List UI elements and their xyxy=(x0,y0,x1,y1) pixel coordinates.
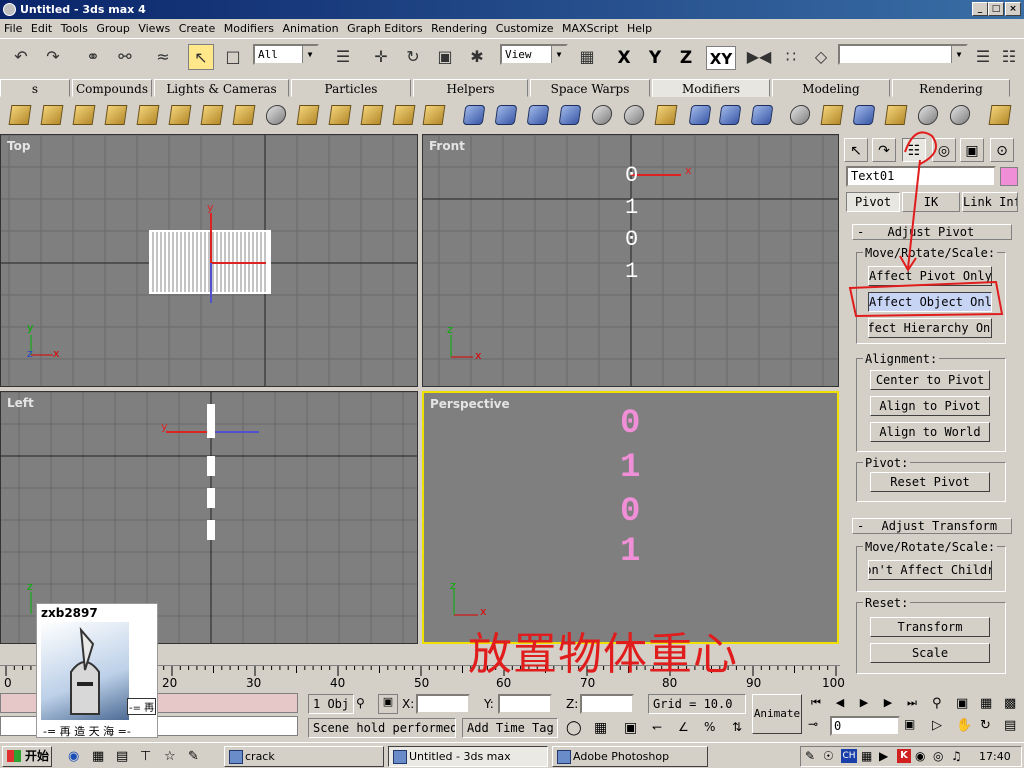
absolute-mode-icon[interactable]: ▣ xyxy=(378,694,398,714)
quick-launch-icon[interactable]: ⊤ xyxy=(140,749,151,764)
y-coordinate-field[interactable] xyxy=(498,694,552,714)
arc-rotate-icon[interactable]: ↻ xyxy=(980,718,991,733)
y-label: Y: xyxy=(484,697,494,711)
time-tick-label: 50 xyxy=(414,676,430,690)
prompt-line: Scene hold performed xyxy=(308,718,456,738)
animate-button[interactable]: Animate xyxy=(752,694,802,734)
tray-icon[interactable]: ◎ xyxy=(933,749,943,763)
degradation-icon[interactable]: ▣ xyxy=(624,720,637,736)
start-label: 开始 xyxy=(25,749,50,763)
percent-snap-icon[interactable]: % xyxy=(704,720,715,734)
go-to-end-icon[interactable]: ⏭ xyxy=(902,694,922,712)
user-badge: zxb2897 -= 再 -= 再 造 天 海 =- xyxy=(36,603,158,738)
pan-icon[interactable]: ✋ xyxy=(956,718,972,733)
user-name: zxb2897 xyxy=(41,606,98,620)
z-label: Z: xyxy=(566,697,579,711)
time-tick-label: 20 xyxy=(162,676,178,690)
antivirus-icon[interactable]: K xyxy=(897,749,911,763)
tray-icon[interactable]: ☉ xyxy=(823,749,834,763)
time-tick-label: 0 xyxy=(4,676,12,690)
spinner-snap-icon[interactable]: ⇅ xyxy=(732,720,742,734)
previous-frame-icon[interactable]: ◀ xyxy=(830,694,850,712)
x-coordinate-field[interactable] xyxy=(416,694,470,714)
task-crack[interactable]: crack xyxy=(224,746,384,767)
quick-launch-icon[interactable]: ✎ xyxy=(188,749,199,764)
task-3ds-max[interactable]: Untitled - 3ds max xyxy=(388,746,548,767)
browser-icon[interactable]: ◉ xyxy=(68,749,79,764)
tray-icon[interactable]: ✎ xyxy=(805,749,815,763)
tray-icon[interactable]: ▶ xyxy=(879,749,888,763)
selection-count: 1 Obj xyxy=(308,694,354,714)
next-frame-icon[interactable]: ▶ xyxy=(878,694,898,712)
clock: 17:40 xyxy=(979,750,1011,763)
angle-snap-icon[interactable]: ∠ xyxy=(678,720,689,734)
annotation-caption: 放置物体重心 xyxy=(468,629,738,680)
snap-toggle-icon[interactable]: ↽ xyxy=(652,720,662,734)
crossing-icon[interactable]: ▦ xyxy=(594,720,607,736)
play-icon[interactable]: ▶ xyxy=(854,694,874,712)
x-label: X: xyxy=(402,697,415,711)
z-coordinate-field[interactable] xyxy=(580,694,634,714)
input-method-icon[interactable]: CH xyxy=(841,749,857,763)
zoom-extents-icon[interactable]: ▦ xyxy=(980,696,992,711)
taskbar: 开始 ◉ ▦ ▤ ⊤ ☆ ✎ crack Untitled - 3ds max … xyxy=(0,742,1024,768)
quick-launch-icon[interactable]: ▤ xyxy=(116,749,128,764)
go-to-start-icon[interactable]: ⏮ xyxy=(806,694,826,712)
user-caption: -= 再 造 天 海 =- xyxy=(43,725,131,738)
start-button[interactable]: 开始 xyxy=(2,746,52,767)
quick-launch-icon[interactable]: ☆ xyxy=(164,749,176,764)
time-tick-label: 40 xyxy=(330,676,346,690)
time-tick-label: 30 xyxy=(246,676,262,690)
grid-size: Grid = 10.0 xyxy=(648,694,746,714)
desktop-icon[interactable]: ▦ xyxy=(92,749,104,764)
tray-icon[interactable]: ◉ xyxy=(915,749,925,763)
zoom-extents-all-icon[interactable]: ▩ xyxy=(1004,696,1016,711)
avatar xyxy=(41,622,129,720)
zoom-icon[interactable]: ⚲ xyxy=(932,696,942,711)
field-of-view-icon[interactable]: ▷ xyxy=(932,718,942,733)
user-tag: -= 再 xyxy=(127,698,157,715)
min-max-toggle-icon[interactable]: ▤ xyxy=(1004,718,1016,733)
current-frame-field[interactable]: 0 xyxy=(830,716,900,736)
add-time-tag-button[interactable]: Add Time Tag xyxy=(462,718,558,738)
zoom-all-icon[interactable]: ▣ xyxy=(956,696,968,711)
selection-lock-icon[interactable]: ◯ xyxy=(566,720,582,736)
lock-icon[interactable]: ⚲ xyxy=(356,696,365,710)
time-tick-label: 90 xyxy=(746,676,762,690)
volume-icon[interactable]: ♫ xyxy=(951,749,962,763)
helmet-icon xyxy=(70,626,100,715)
task-photoshop[interactable]: Adobe Photoshop xyxy=(552,746,708,767)
tray-icon[interactable]: ▦ xyxy=(861,749,872,763)
key-mode-icon[interactable]: ⊸ xyxy=(808,717,818,731)
windows-logo-icon xyxy=(7,750,21,762)
time-tick-label: 100 xyxy=(822,676,845,690)
time-config-icon[interactable]: ▣ xyxy=(904,717,915,731)
system-tray: ✎ ☉ CH ▦ ▶ K ◉ ◎ ♫ 17:40 xyxy=(800,746,1022,767)
